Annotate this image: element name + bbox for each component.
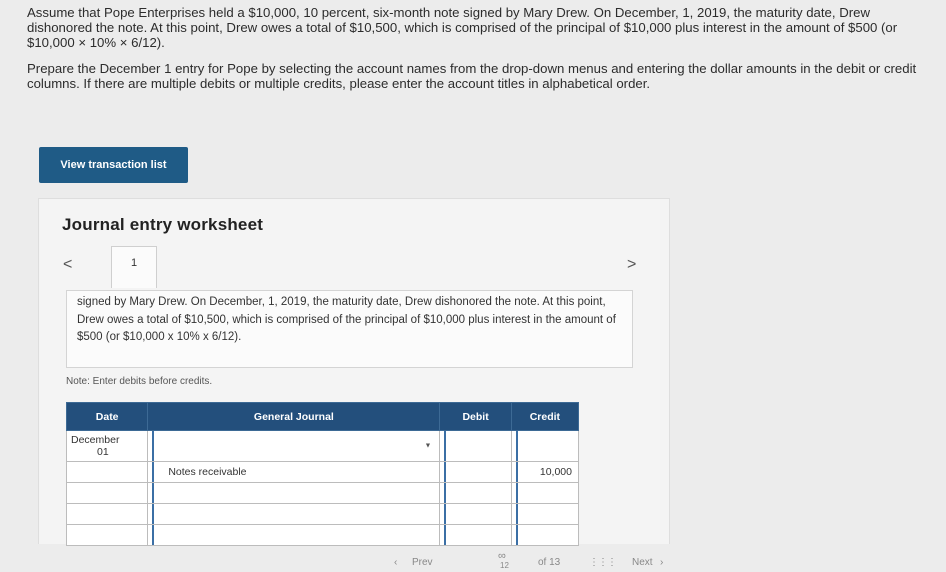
date-cell (65, 524, 149, 546)
date-month: December (71, 434, 120, 446)
chevron-right-icon[interactable]: > (627, 256, 636, 274)
chevron-left-icon[interactable]: < (63, 256, 72, 274)
journal-header-row: Date General Journal Debit Credit (65, 402, 580, 431)
date-cell (65, 461, 149, 483)
debit-input[interactable] (439, 430, 512, 462)
header-credit: Credit (510, 402, 580, 431)
debit-input[interactable] (439, 482, 512, 504)
journal-table: Date General Journal Debit Credit Decemb… (65, 402, 580, 546)
header-general-journal: General Journal (147, 402, 441, 431)
date-cell (65, 503, 149, 525)
grid-icon[interactable]: ⋮⋮⋮ (589, 557, 617, 568)
date-day: 01 (97, 446, 109, 458)
note-text: Note: Enter debits before credits. (66, 376, 213, 387)
debit-input[interactable] (439, 524, 512, 546)
worksheet-title: Journal entry worksheet (62, 215, 264, 234)
table-row: December 01 ▼ (65, 430, 580, 462)
chevron-left-icon[interactable]: ‹ (394, 557, 397, 568)
page-indicator: of 13 (538, 557, 561, 568)
chevron-right-icon[interactable]: › (660, 557, 663, 568)
bottom-navigation: ‹ Prev ∞ 12 of 13 ⋮⋮⋮ Next › (0, 548, 946, 572)
debit-input[interactable] (439, 503, 512, 525)
account-cell[interactable] (147, 524, 441, 546)
account-cell[interactable]: ▼ (147, 430, 441, 462)
account-value: Notes receivable (168, 466, 247, 478)
account-cell[interactable] (147, 503, 441, 525)
table-row (65, 482, 580, 504)
account-select[interactable] (152, 504, 435, 524)
account-select[interactable] (152, 525, 435, 545)
credit-input[interactable] (510, 430, 580, 462)
view-transaction-list-button[interactable]: View transaction list (39, 147, 188, 183)
problem-paragraph-1: Assume that Pope Enterprises held a $10,… (27, 5, 898, 50)
problem-statement: Assume that Pope Enterprises held a $10,… (27, 5, 932, 102)
debit-input[interactable] (439, 461, 512, 483)
prev-button[interactable]: Prev (412, 557, 433, 568)
credit-input[interactable]: 10,000 (510, 461, 580, 483)
chevron-down-icon[interactable]: ▼ (425, 443, 432, 450)
credit-input[interactable] (510, 503, 580, 525)
header-debit: Debit (439, 402, 512, 431)
credit-input[interactable] (510, 524, 580, 546)
table-row: Notes receivable 10,000 (65, 461, 580, 483)
account-select[interactable] (152, 483, 435, 503)
journal-entry-worksheet: Journal entry worksheet < 1 > signed by … (38, 198, 670, 546)
credit-input[interactable] (510, 482, 580, 504)
tab-entry-1[interactable]: 1 (111, 246, 157, 288)
date-cell (65, 482, 149, 504)
date-cell: December 01 (65, 430, 149, 462)
table-row (65, 503, 580, 525)
page-current: 12 (500, 561, 509, 570)
header-date: Date (65, 402, 149, 431)
next-button[interactable]: Next (632, 557, 653, 568)
account-select[interactable]: ▼ (152, 431, 435, 461)
transaction-description: signed by Mary Drew. On December, 1, 201… (66, 290, 633, 368)
account-select[interactable]: Notes receivable (152, 462, 435, 482)
account-cell[interactable] (147, 482, 441, 504)
table-row (65, 524, 580, 546)
problem-paragraph-2: Prepare the December 1 entry for Pope by… (27, 61, 917, 91)
account-cell[interactable]: Notes receivable (147, 461, 441, 483)
